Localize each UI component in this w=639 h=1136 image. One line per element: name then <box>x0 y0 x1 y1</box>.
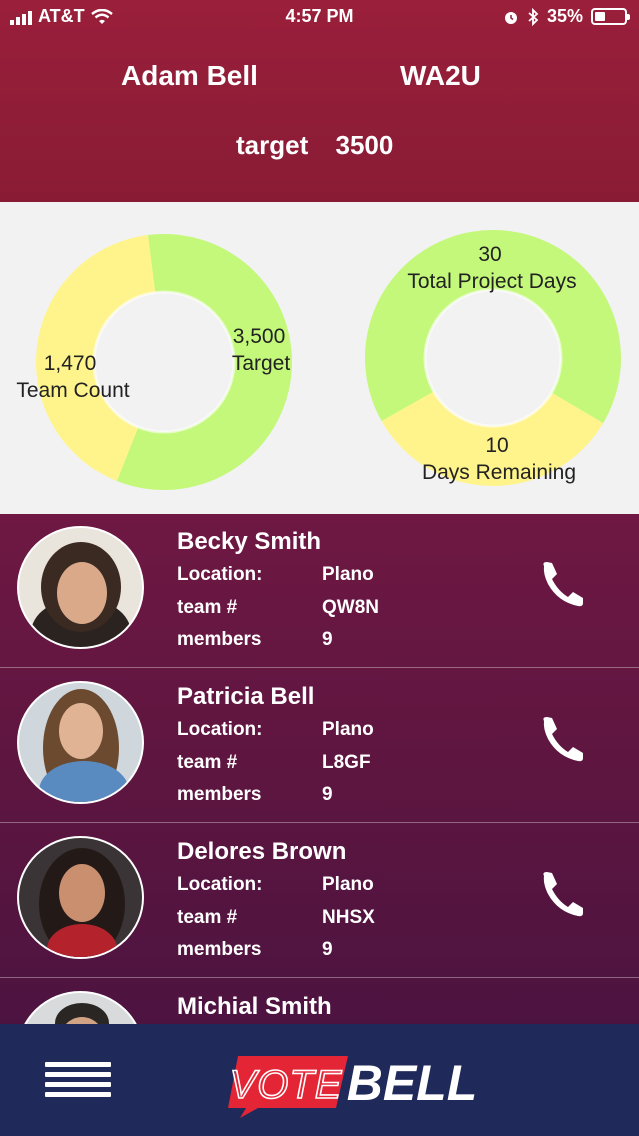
vote-bell-logo: VOTE BELL <box>228 1055 478 1118</box>
alarm-icon <box>504 11 517 24</box>
members-value: 9 <box>322 784 333 805</box>
member-name: Delores Brown <box>177 838 347 865</box>
members-label: members <box>177 784 262 805</box>
location-label: Location: <box>177 564 263 585</box>
bluetooth-icon <box>528 7 539 26</box>
team-label: team # <box>177 752 238 773</box>
donut-hole <box>92 290 236 434</box>
target-label: target <box>236 130 309 160</box>
donut-charts: 1,470 Team Count 3,500 Target 30 Total P… <box>16 230 622 490</box>
location-row: Location: Plano <box>177 874 374 896</box>
location-value: Plano <box>322 874 374 895</box>
team-label: team # <box>177 597 238 618</box>
bottom-bar: VOTE BELL <box>0 1024 639 1136</box>
team-count-label: Team Count <box>16 379 129 402</box>
team-label: team # <box>177 907 238 928</box>
team-row: team # L8GF <box>177 752 371 774</box>
team-target-label: Target <box>232 352 291 375</box>
total-days-label: Total Project Days <box>407 270 576 293</box>
member-card[interactable]: Delores Brown Location: Plano team # NHSX … <box>0 824 639 978</box>
team-target-value: 3,500 <box>233 325 286 348</box>
location-label: Location: <box>177 874 263 895</box>
phone-icon[interactable] <box>540 715 584 763</box>
total-days-value: 30 <box>478 243 501 266</box>
user-code: WA2U <box>400 60 481 91</box>
members-label: members <box>177 629 262 650</box>
member-name: Patricia Bell <box>177 683 315 710</box>
members-value: 9 <box>322 629 333 650</box>
avatar <box>17 681 144 804</box>
app-header: AT&T 4:57 PM 35% Adam Bell WA2U target 3… <box>0 0 639 202</box>
target-value: 3500 <box>335 130 394 160</box>
avatar <box>17 991 144 1024</box>
charts-panel: 1,470 Team Count 3,500 Target 30 Total P… <box>0 202 639 514</box>
svg-text:VOTE: VOTE <box>230 1063 343 1107</box>
team-value: QW8N <box>322 597 379 618</box>
members-value: 9 <box>322 939 333 960</box>
member-name: Becky Smith <box>177 528 322 555</box>
hamburger-menu-icon[interactable] <box>45 1062 111 1097</box>
phone-icon[interactable] <box>540 560 584 608</box>
days-remaining-value: 10 <box>485 434 508 457</box>
members-label: members <box>177 939 262 960</box>
members-row: members 9 <box>177 939 333 961</box>
svg-text:BELL: BELL <box>347 1055 478 1111</box>
battery-fill <box>595 12 605 21</box>
member-name: Michial Smith <box>177 993 332 1020</box>
location-value: Plano <box>322 719 374 740</box>
team-value: NHSX <box>322 907 375 928</box>
team-row: team # QW8N <box>177 597 379 619</box>
battery-percent: 35% <box>546 6 583 26</box>
avatar <box>17 836 144 959</box>
target-row: target 3500 <box>236 130 413 161</box>
team-row: team # NHSX <box>177 907 375 929</box>
avatar <box>17 526 144 649</box>
member-list[interactable]: Becky Smith Location: Plano team # QW8N me… <box>0 514 639 1024</box>
user-name: Adam Bell <box>121 60 258 91</box>
team-value: L8GF <box>322 752 371 773</box>
member-card[interactable]: Patricia Bell Location: Plano team # L8GF … <box>0 669 639 823</box>
location-value: Plano <box>322 564 374 585</box>
team-count-value: 1,470 <box>44 352 97 375</box>
battery-icon <box>591 8 630 25</box>
phone-icon[interactable] <box>540 870 584 918</box>
members-row: members 9 <box>177 784 333 806</box>
location-label: Location: <box>177 719 263 740</box>
location-row: Location: Plano <box>177 719 374 741</box>
days-remaining-label: Days Remaining <box>422 461 576 484</box>
member-card[interactable]: Michial Smith <box>0 979 639 1024</box>
member-card[interactable]: Becky Smith Location: Plano team # QW8N me… <box>0 514 639 668</box>
members-row: members 9 <box>177 629 333 651</box>
location-row: Location: Plano <box>177 564 374 586</box>
donut-hole <box>423 288 563 428</box>
status-bar: AT&T 4:57 PM 35% <box>0 0 639 34</box>
